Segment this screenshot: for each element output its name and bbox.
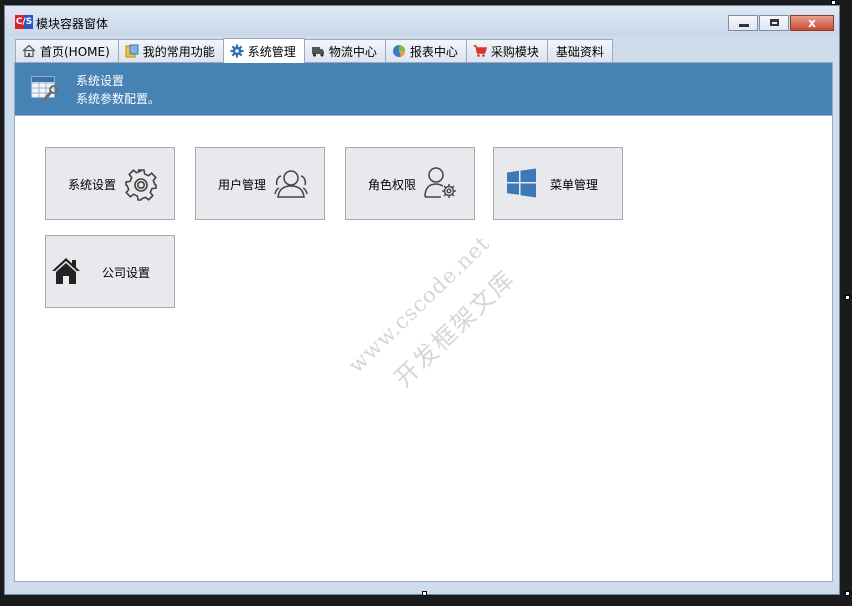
resize-handle-right[interactable] (845, 295, 850, 300)
banner-title: 系统设置 (76, 74, 125, 88)
tab-logistics[interactable]: 物流中心 (303, 39, 386, 62)
favorites-icon (125, 44, 139, 58)
tab-label: 基础资料 (555, 44, 604, 59)
menu-management-tile[interactable]: 菜单管理 (493, 147, 623, 220)
tile-label: 菜单管理 (550, 178, 599, 192)
watermark-caption: 开发框架文库 (388, 264, 521, 393)
tab-system-management[interactable]: 系统管理 (222, 38, 305, 63)
watermark-url: www.cscode.net (343, 231, 495, 378)
user-management-tile[interactable]: 用户管理 (195, 147, 325, 220)
tab-label: 首页(HOME) (40, 44, 110, 59)
page-header-banner: 系统设置 系统参数配置。 (15, 63, 832, 115)
tab-label: 报表中心 (409, 44, 458, 59)
resize-handle-bottom-right[interactable] (845, 591, 850, 596)
window-title: 模块容器窗体 (36, 17, 109, 31)
close-button[interactable]: x (790, 15, 834, 31)
module-content-panel: 系统设置 系统参数配置。 系统设置 用户管理 角色权限 菜单管理 公司设置 ww… (14, 62, 833, 582)
minimize-icon (739, 24, 749, 27)
user-gear-icon (424, 167, 456, 198)
maximize-icon (770, 19, 779, 26)
resize-handle-bottom[interactable] (422, 591, 427, 596)
role-permissions-tile[interactable]: 角色权限 (345, 147, 475, 220)
tab-basic-data[interactable]: 基础资料 (546, 39, 613, 62)
tile-label: 角色权限 (368, 178, 417, 192)
maximize-button[interactable] (759, 15, 789, 31)
banner-divider (15, 115, 832, 116)
pie-chart-icon (392, 45, 405, 57)
tile-label: 用户管理 (218, 178, 267, 192)
tab-reports[interactable]: 报表中心 (384, 39, 467, 62)
banner-subtitle: 系统参数配置。 (76, 92, 161, 106)
tab-label: 系统管理 (247, 44, 296, 59)
minimize-button[interactable] (728, 15, 758, 31)
tab-label: 我的常用功能 (142, 44, 215, 59)
home-icon (52, 258, 80, 284)
module-container-window: C/S 模块容器窗体 x 首页(HOME) 我的常用功能 系统管理 物流中心 报… (4, 5, 840, 595)
window-controls: x (728, 15, 834, 31)
windows-icon (507, 168, 536, 198)
system-settings-tile[interactable]: 系统设置 (45, 147, 175, 220)
tab-favorites[interactable]: 我的常用功能 (117, 39, 224, 62)
tile-label: 系统设置 (68, 178, 117, 192)
tab-purchasing[interactable]: 采购模块 (465, 39, 548, 62)
tab-home[interactable]: 首页(HOME) (15, 39, 119, 62)
module-tabs: 首页(HOME) 我的常用功能 系统管理 物流中心 报表中心 采购模块 基础资料 (15, 38, 613, 63)
users-icon (274, 170, 308, 198)
settings-grid-icon (31, 76, 58, 101)
tile-label: 公司设置 (102, 266, 151, 280)
company-settings-tile[interactable]: 公司设置 (45, 235, 175, 308)
tab-label: 采购模块 (490, 44, 539, 59)
title-bar[interactable]: C/S 模块容器窗体 x (5, 6, 839, 36)
app-logo-icon: C/S (15, 15, 33, 29)
resize-handle-top-right[interactable] (831, 0, 836, 5)
truck-icon (311, 47, 324, 57)
gear-icon (230, 44, 244, 58)
gear-icon (125, 169, 157, 201)
tab-label: 物流中心 (328, 44, 377, 59)
home-icon (22, 44, 36, 58)
close-icon: x (808, 16, 816, 30)
cart-icon (473, 45, 487, 57)
